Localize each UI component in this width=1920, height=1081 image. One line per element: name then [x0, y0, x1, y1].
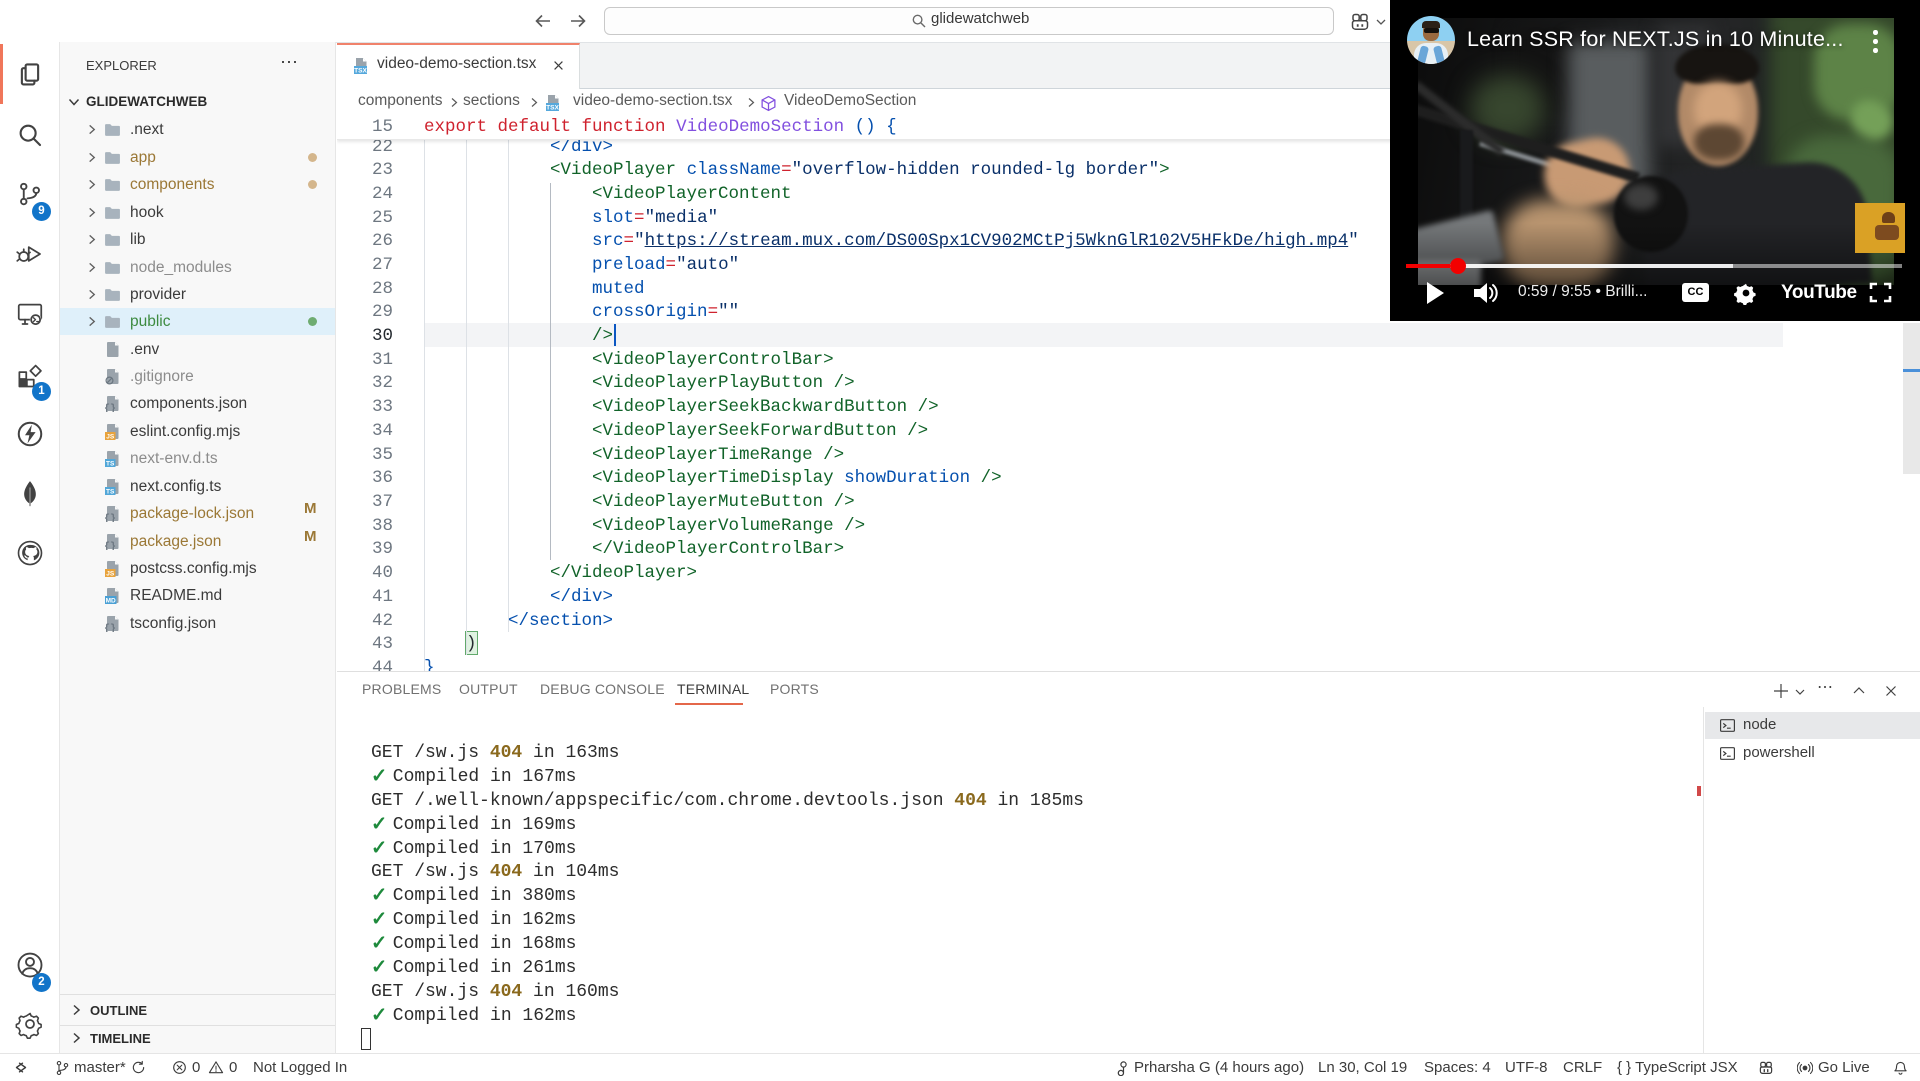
svg-text:TSX: TSX — [546, 104, 559, 111]
svg-text:TSX: TSX — [354, 67, 367, 74]
